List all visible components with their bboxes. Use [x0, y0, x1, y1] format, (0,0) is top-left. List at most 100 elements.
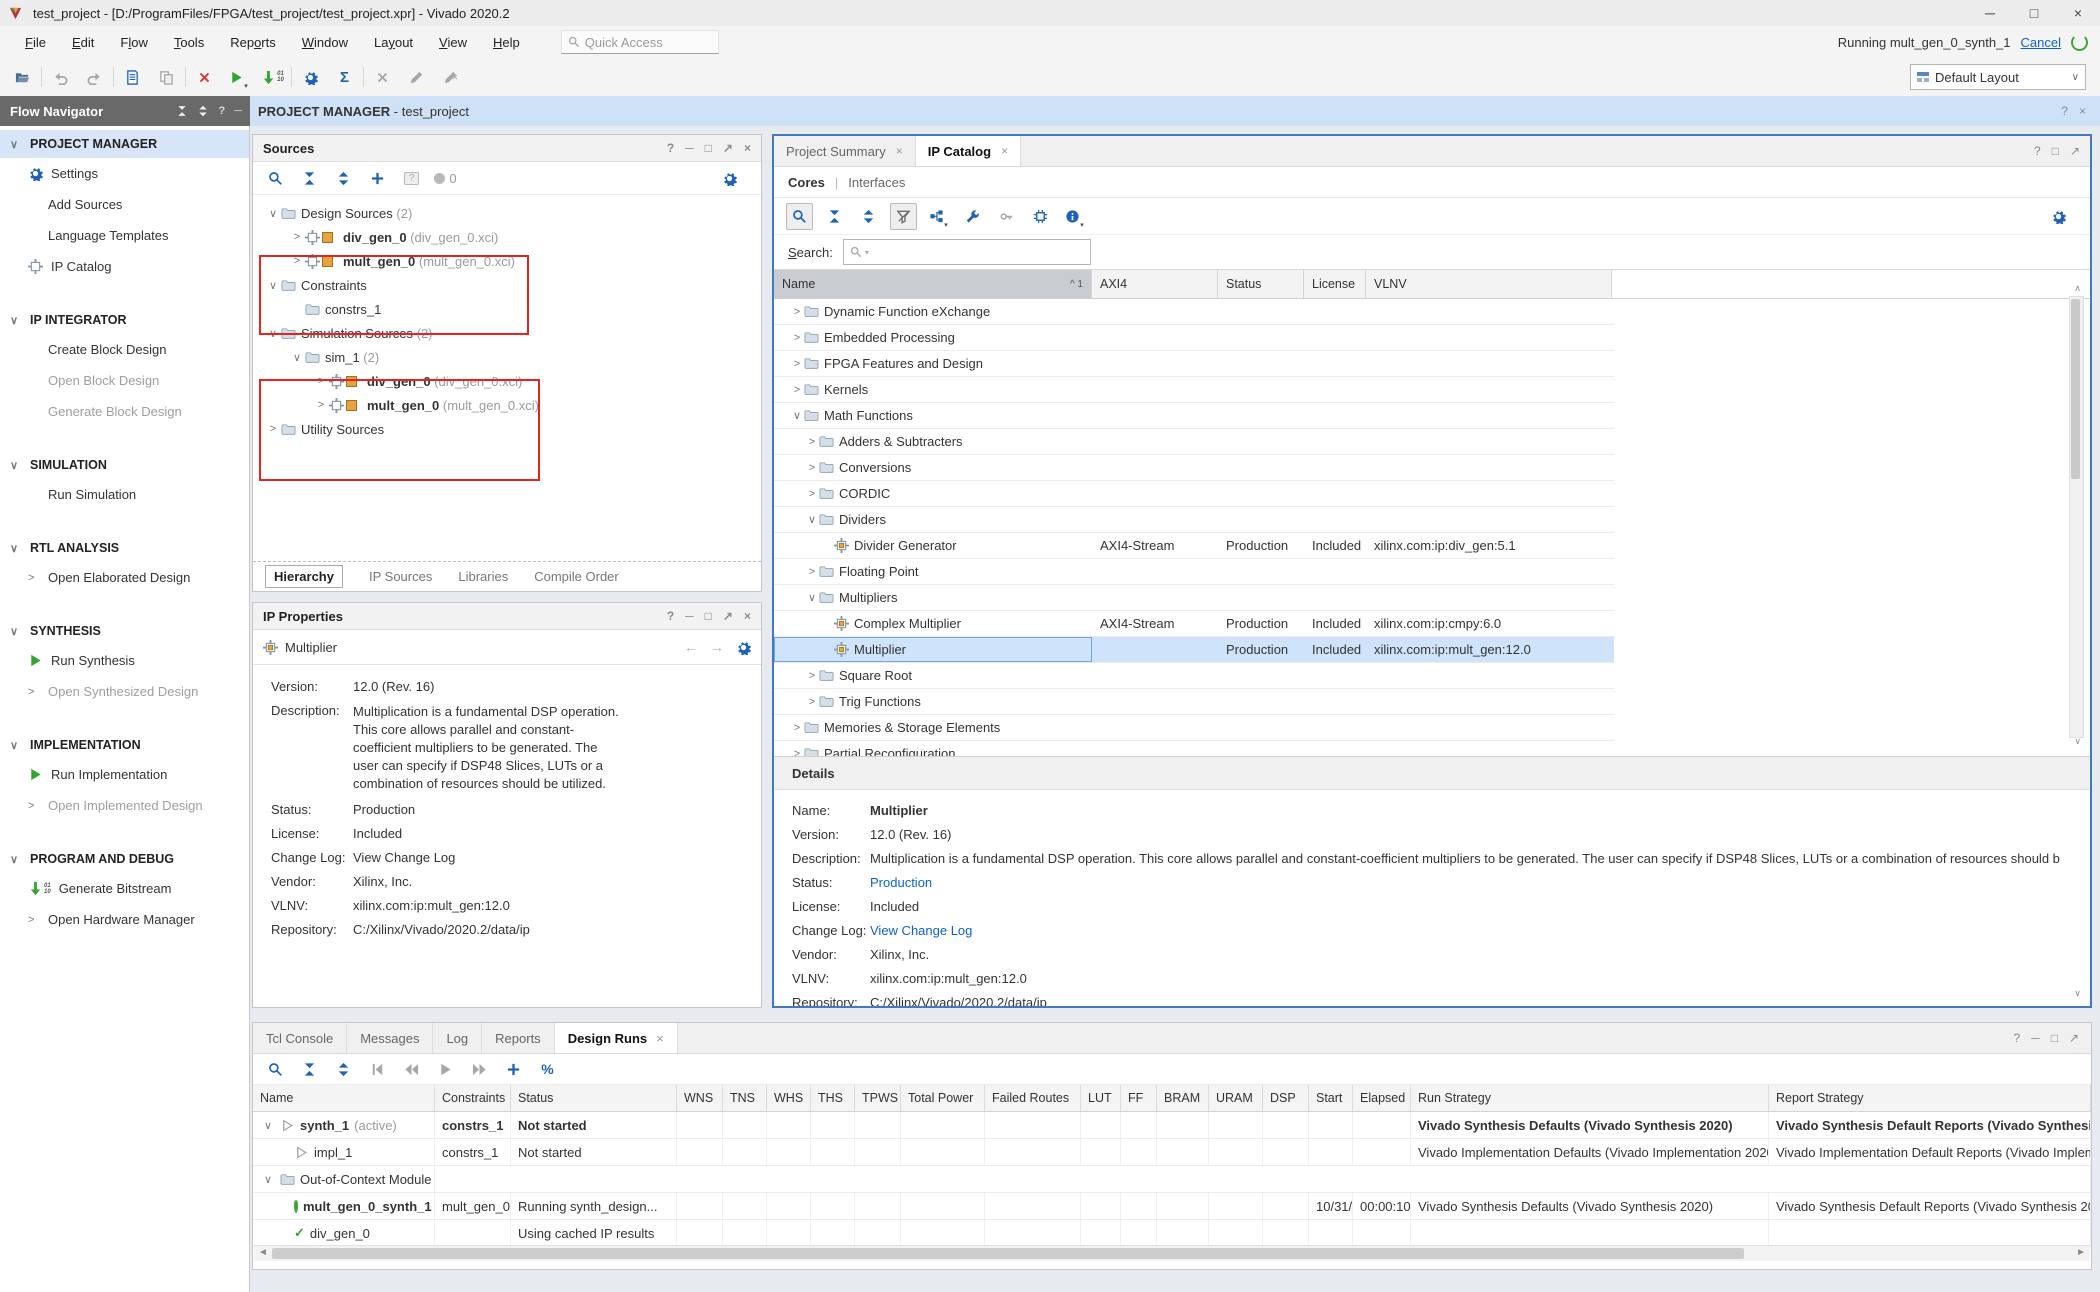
catalog-row-square-root[interactable]: >Square Root [774, 663, 1614, 689]
tab-libraries[interactable]: Libraries [458, 569, 508, 584]
column-header-axi4[interactable]: AXI4 [1092, 270, 1218, 298]
tab-log[interactable]: Log [433, 1023, 482, 1053]
cancel-run-button[interactable] [370, 65, 395, 90]
close-tab-icon[interactable]: × [1001, 144, 1008, 158]
chevron-right-icon[interactable]: > [790, 332, 804, 344]
undo-button[interactable] [48, 65, 73, 90]
column-header-elapsed[interactable]: Elapsed [1353, 1085, 1411, 1111]
flow-item-generate-bitstream[interactable]: 0110Generate Bitstream [0, 873, 249, 904]
back-arrow-icon[interactable]: ← [684, 639, 698, 655]
chevron-down-icon[interactable]: ∨ [805, 513, 819, 526]
column-header-start[interactable]: Start [1309, 1085, 1353, 1111]
tab-compile-order[interactable]: Compile Order [534, 569, 619, 584]
tab-project-summary[interactable]: Project Summary× [774, 136, 916, 166]
column-header-constraints[interactable]: Constraints [435, 1085, 511, 1111]
design-run-row-div-gen-0[interactable]: ✓div_gen_0 Using cached IP results [253, 1220, 2091, 1247]
menu-flow[interactable]: Flow [107, 35, 160, 50]
copy-button[interactable] [154, 65, 179, 90]
catalog-row-floating-point[interactable]: >Floating Point [774, 559, 1614, 585]
catalog-row-conversions[interactable]: >Conversions [774, 455, 1614, 481]
percent-button[interactable]: % [535, 1057, 560, 1082]
redo-button[interactable] [82, 65, 107, 90]
help-panel-icon[interactable]: ? [2034, 144, 2041, 158]
source-tree-item[interactable]: > Utility Sources [253, 417, 761, 441]
tab-interfaces[interactable]: Interfaces [848, 175, 905, 190]
edit-button[interactable] [404, 65, 429, 90]
float-panel-icon[interactable]: ↗ [723, 141, 733, 155]
maximize-panel-icon[interactable]: □ [705, 141, 712, 155]
chevron-right-icon[interactable]: > [265, 423, 281, 435]
flow-item-open-synthesized-design[interactable]: >Open Synthesized Design [0, 676, 249, 707]
collapse-all-button[interactable] [297, 166, 322, 191]
open-report-button[interactable] [120, 65, 145, 90]
catalog-row-complex-multiplier[interactable]: Complex Multiplier AXI4-Stream Productio… [774, 611, 1614, 637]
maximize-icon[interactable]: □ [2012, 0, 2056, 26]
flow-item-settings[interactable]: Settings [0, 158, 249, 189]
design-run-row-mult-gen-0-synth-1[interactable]: mult_gen_0_synth_1 mult_gen_0 Running sy… [253, 1193, 2091, 1220]
property-value[interactable]: View Change Log [353, 850, 455, 865]
chevron-down-icon[interactable]: ∨ [261, 1173, 275, 1186]
detail-value[interactable]: Production [870, 875, 2060, 890]
catalog-row-dividers[interactable]: ∨Dividers [774, 507, 1614, 533]
catalog-row-fpga-features-and-design[interactable]: >FPGA Features and Design [774, 351, 1614, 377]
chevron-right-icon[interactable]: > [805, 670, 819, 682]
run-button[interactable]: ▾ [226, 65, 251, 90]
device-family-button[interactable] [1028, 204, 1053, 229]
group-by-button[interactable]: ▾ [926, 204, 951, 229]
column-header-bram[interactable]: BRAM [1157, 1085, 1209, 1111]
minimize-icon[interactable]: ─ [1968, 0, 2012, 26]
tab-ip-catalog[interactable]: IP Catalog× [916, 136, 1021, 166]
scroll-down-icon[interactable]: ∨ [2074, 736, 2081, 747]
flow-item-add-sources[interactable]: Add Sources [0, 189, 249, 220]
tab-ip-sources[interactable]: IP Sources [369, 569, 432, 584]
maximize-panel-icon[interactable]: □ [2052, 144, 2059, 158]
add-button[interactable] [501, 1057, 526, 1082]
help-icon[interactable]: ? [218, 105, 225, 117]
column-header-ths[interactable]: THS [811, 1085, 855, 1111]
vertical-scrollbar[interactable] [2069, 296, 2084, 738]
flow-item-run-simulation[interactable]: Run Simulation [0, 479, 249, 510]
flow-section-rtl-analysis[interactable]: ∨RTL ANALYSIS [0, 534, 249, 562]
go-first-button[interactable] [365, 1057, 390, 1082]
catalog-row-dynamic-function-exchange[interactable]: >Dynamic Function eXchange [774, 299, 1614, 325]
source-tree-item[interactable]: constrs_1 [253, 297, 761, 321]
float-panel-icon[interactable]: ↗ [723, 609, 733, 623]
chevron-down-icon[interactable]: ∨ [265, 327, 281, 340]
step-forward-button[interactable] [467, 1057, 492, 1082]
detail-value[interactable]: View Change Log [870, 923, 2060, 938]
close-panel-icon[interactable]: × [744, 609, 751, 623]
design-run-row-out-of-context-module-runs[interactable]: ∨Out-of-Context Module Runs [253, 1166, 2091, 1193]
help-panel-icon[interactable]: ? [667, 141, 674, 155]
scroll-right-icon[interactable]: ► [2076, 1247, 2086, 1258]
ip-properties-header[interactable]: IP Properties ?─□↗× [253, 603, 761, 630]
column-header-failed-routes[interactable]: Failed Routes [985, 1085, 1081, 1111]
flow-section-simulation[interactable]: ∨SIMULATION [0, 451, 249, 479]
chevron-right-icon[interactable]: > [790, 358, 804, 370]
minimize-panel-icon[interactable]: ─ [234, 105, 242, 117]
menu-window[interactable]: Window [289, 35, 361, 50]
chevron-right-icon[interactable]: > [790, 384, 804, 396]
column-header-ff[interactable]: FF [1121, 1085, 1157, 1111]
settings-gear-button[interactable] [298, 65, 323, 90]
help-panel-icon[interactable]: ? [2013, 1031, 2020, 1045]
source-tree-item[interactable]: ∨ Simulation Sources (2) [253, 321, 761, 345]
menu-view[interactable]: View [426, 35, 480, 50]
column-header-status[interactable]: Status [511, 1085, 677, 1111]
expand-all-button[interactable] [331, 1057, 356, 1082]
column-header-total-power[interactable]: Total Power [901, 1085, 985, 1111]
close-panel-icon[interactable]: × [744, 141, 751, 155]
generate-bitstream-button[interactable]: 0110 [260, 65, 285, 90]
edit-disabled-button[interactable]: ✕ [438, 65, 463, 90]
flow-item-open-block-design[interactable]: Open Block Design [0, 365, 249, 396]
tab-reports[interactable]: Reports [482, 1023, 555, 1053]
sources-panel-header[interactable]: Sources ?─□↗× [253, 135, 761, 162]
scroll-up-icon[interactable]: ∧ [2074, 283, 2081, 294]
chevron-down-icon[interactable]: ∨ [261, 1119, 275, 1132]
source-tree-item[interactable]: > div_gen_0 (div_gen_0.xci) [253, 369, 761, 393]
flow-section-synthesis[interactable]: ∨SYNTHESIS [0, 617, 249, 645]
catalog-row-kernels[interactable]: >Kernels [774, 377, 1614, 403]
column-header-status[interactable]: Status [1218, 270, 1304, 298]
catalog-row-multipliers[interactable]: ∨Multipliers [774, 585, 1614, 611]
catalog-row-cordic[interactable]: >CORDIC [774, 481, 1614, 507]
horizontal-scrollbar[interactable]: ◄ ► [254, 1245, 2090, 1261]
